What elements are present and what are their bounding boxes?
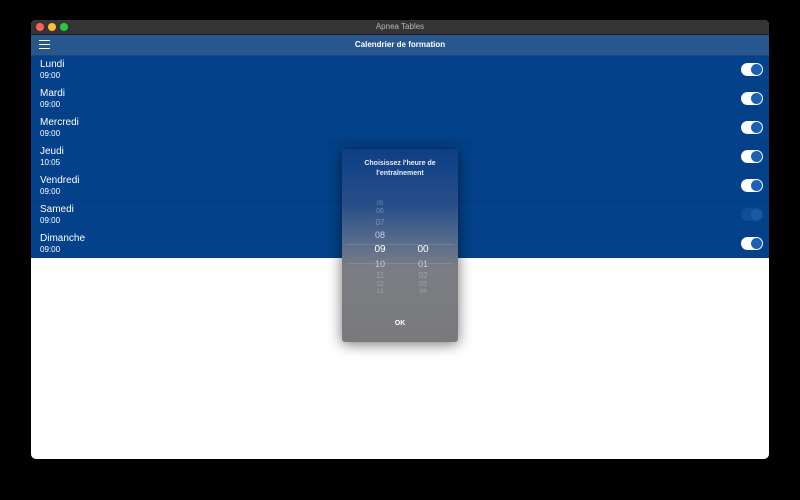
day-toggle[interactable] xyxy=(741,150,763,163)
day-toggle[interactable] xyxy=(741,179,763,192)
minute-option[interactable]: 03 xyxy=(411,281,435,288)
hour-option[interactable]: 06 xyxy=(368,208,392,215)
minute-option[interactable]: 02 xyxy=(411,271,435,280)
day-label: Lundi xyxy=(40,59,65,70)
hour-option[interactable]: 10 xyxy=(368,259,392,269)
hour-option[interactable]: 13 xyxy=(368,289,392,295)
list-item[interactable]: Mardi 09:00 xyxy=(31,85,769,114)
time-picker-dialog: Choisissez l'heure de l'entraînement 05 … xyxy=(342,149,458,342)
app-window: Apnea Tables Calendrier de formation Lun… xyxy=(31,20,769,459)
page-title: Calendrier de formation xyxy=(354,40,446,49)
day-label: Jeudi xyxy=(40,146,64,157)
hour-option[interactable]: 12 xyxy=(368,281,392,288)
day-toggle[interactable] xyxy=(741,237,763,250)
time-label: 09:00 xyxy=(40,187,61,196)
time-label: 10:05 xyxy=(40,158,61,167)
list-item[interactable]: Lundi 09:00 xyxy=(31,56,769,85)
minute-option[interactable]: 04 xyxy=(411,289,435,295)
time-label: 09:00 xyxy=(40,100,61,109)
dialog-title: Choisissez l'heure de l'entraînement xyxy=(364,160,436,177)
time-label: 09:00 xyxy=(40,129,61,138)
hour-option[interactable]: 08 xyxy=(368,230,392,240)
day-label: Samedi xyxy=(40,204,74,215)
hour-option[interactable]: 05 xyxy=(368,201,392,207)
window-title: Apnea Tables xyxy=(375,22,425,31)
day-toggle[interactable] xyxy=(741,121,763,134)
hour-option[interactable]: 11 xyxy=(368,271,392,280)
day-label: Mercredi xyxy=(40,117,79,128)
day-label: Vendredi xyxy=(40,175,80,186)
minute-option[interactable]: 01 xyxy=(411,259,435,269)
time-label: 09:00 xyxy=(40,216,61,225)
selection-indicator xyxy=(346,244,454,264)
day-label: Dimanche xyxy=(40,233,86,244)
time-label: 09:00 xyxy=(40,245,61,254)
day-toggle[interactable] xyxy=(741,63,763,76)
day-toggle[interactable] xyxy=(741,92,763,105)
nav-bar: Calendrier de formation xyxy=(31,35,769,56)
minute-selected[interactable]: 00 xyxy=(411,244,435,255)
day-toggle[interactable] xyxy=(741,208,763,221)
list-item[interactable]: Mercredi 09:00 xyxy=(31,114,769,143)
time-label: 09:00 xyxy=(40,71,61,80)
day-label: Mardi xyxy=(40,88,66,99)
hour-option[interactable]: 07 xyxy=(368,218,392,227)
title-bar: Apnea Tables xyxy=(31,20,769,35)
ok-button[interactable]: OK xyxy=(380,317,420,331)
hour-selected[interactable]: 09 xyxy=(368,244,392,255)
